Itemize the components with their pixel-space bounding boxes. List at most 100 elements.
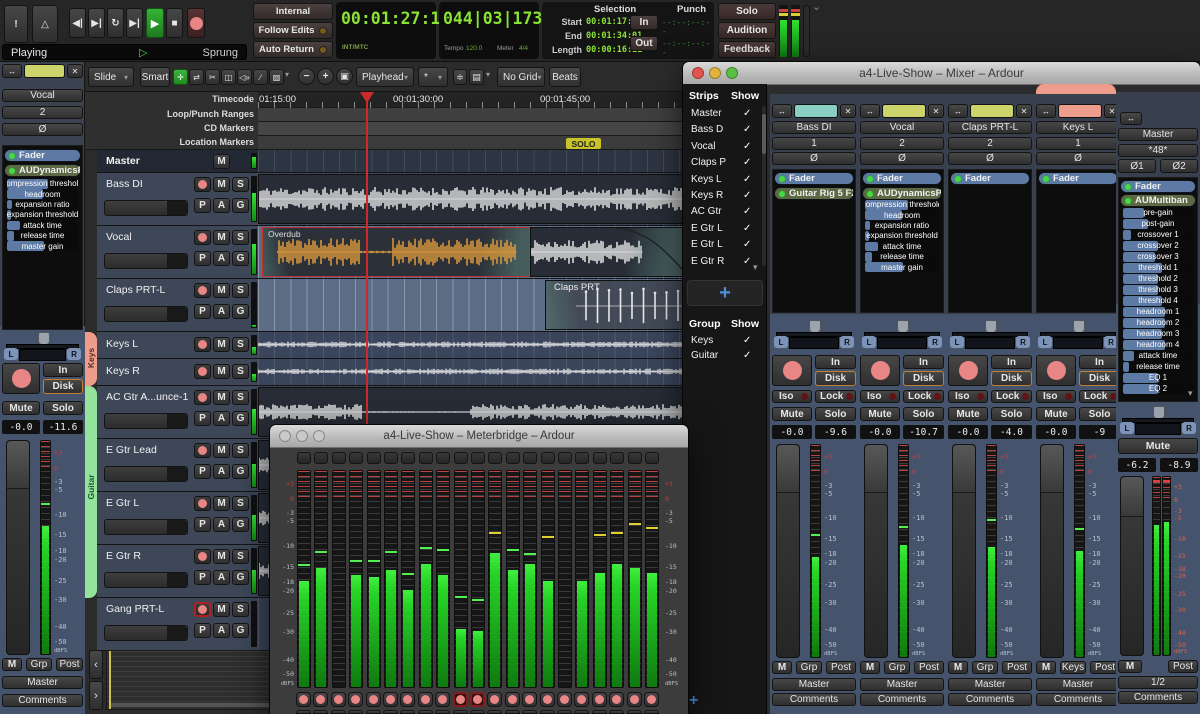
goto-end-button[interactable]: ▶| <box>88 8 105 38</box>
zoom-to-selection-button[interactable]: ≑ <box>453 69 467 85</box>
strip-group-button[interactable]: Grp <box>796 661 822 674</box>
cut-tool-button[interactable]: ✂ <box>205 69 220 85</box>
plugin-active-led[interactable] <box>1125 197 1131 204</box>
meterbridge-track-button[interactable] <box>366 452 381 464</box>
strip-rec-enable-button[interactable] <box>948 355 988 386</box>
strip-metering-point-button[interactable]: M <box>2 658 22 671</box>
pan-control[interactable]: LR <box>1038 320 1118 350</box>
meterbridge-track-button[interactable] <box>592 452 607 464</box>
strip-name-button[interactable]: Vocal <box>2 89 83 102</box>
plugin-processor[interactable]: Guitar Rig 5 FX <box>774 187 854 200</box>
strip-solo-lock-button[interactable]: Lock <box>1079 390 1120 403</box>
strip-solo-lock-button[interactable]: Lock <box>815 390 856 403</box>
fader-processor[interactable]: Fader <box>1038 172 1118 185</box>
strip-input-monitor-button[interactable]: In <box>43 363 83 377</box>
stop-button[interactable]: ■ <box>166 8 183 38</box>
plugin-control[interactable]: headroom <box>7 189 78 199</box>
track-gain-fader[interactable] <box>104 572 188 588</box>
meterbridge-rec-button[interactable] <box>417 692 433 707</box>
zoom-fit-button[interactable]: ▣ <box>336 68 353 85</box>
strip-comments-button[interactable]: Comments <box>772 693 856 706</box>
option-follow-edits-button[interactable]: Follow Edits <box>253 22 333 39</box>
strip-input-button[interactable]: 1 <box>772 137 856 150</box>
strip-color-bar[interactable] <box>1058 104 1102 118</box>
window-close-button[interactable] <box>279 430 291 442</box>
track-gain-fader[interactable] <box>104 413 188 429</box>
plugin-control[interactable]: headroom 4 <box>1123 340 1193 350</box>
meterbridge-rec-button[interactable] <box>487 692 503 707</box>
pan-control[interactable]: LR <box>1120 406 1196 436</box>
solo-location-marker[interactable]: SOLO <box>566 138 601 149</box>
strip-output-button[interactable]: Master <box>860 678 944 691</box>
strips-list-item[interactable]: AC Gtr ✓ <box>683 204 761 220</box>
track-playlist-button[interactable]: P <box>194 464 211 479</box>
track-solo-button[interactable]: S <box>232 443 249 458</box>
strip-comments-button[interactable]: Comments <box>860 693 944 706</box>
strip-peak-display[interactable]: -11.6 <box>43 420 83 434</box>
solo-button[interactable]: Solo <box>718 3 776 20</box>
punch-in-button[interactable]: In <box>630 15 658 30</box>
pan-control[interactable]: LR <box>950 320 1030 350</box>
meterbridge-rec-button[interactable] <box>539 692 555 707</box>
play-button[interactable]: ▶ <box>146 8 164 38</box>
playhead-head[interactable] <box>360 92 374 103</box>
track-header[interactable]: Bass DI M S P A G <box>97 173 258 226</box>
track-mute-button[interactable]: M <box>213 364 230 379</box>
strip-phase-button[interactable]: Ø <box>772 152 856 165</box>
strip-width-button[interactable]: ↔ <box>860 104 880 118</box>
meterbridge-mute-button[interactable] <box>522 710 538 714</box>
plugin-control[interactable]: master gain <box>7 241 78 251</box>
strip-width-button[interactable]: ↔ <box>1120 112 1142 125</box>
strip-width-button[interactable]: ↔ <box>948 104 968 118</box>
track-header[interactable]: E Gtr Lead M S P A G <box>97 439 258 492</box>
secondary-clock[interactable]: 044|03|1732 Tempo 120.0 Meter 4/4 <box>439 2 552 59</box>
meterbridge-track-button[interactable] <box>627 452 642 464</box>
track-rec-enable-button[interactable] <box>194 230 211 245</box>
track-solo-button[interactable]: S <box>232 602 249 617</box>
meterbridge-mute-button[interactable] <box>383 710 398 714</box>
pan-right-label[interactable]: R <box>1016 336 1030 348</box>
fader-processor[interactable]: Fader <box>1120 180 1196 193</box>
track-automation-button[interactable]: A <box>213 464 230 479</box>
track-rec-enable-button[interactable] <box>194 337 211 352</box>
pan-left-label[interactable]: L <box>862 336 876 348</box>
group-list-item[interactable]: Guitar ✓ <box>683 349 761 364</box>
internal-edit-tool-button[interactable]: ▨ <box>269 69 284 85</box>
track-lane[interactable] <box>258 359 690 386</box>
meterbridge-track-button[interactable] <box>610 452 625 464</box>
track-automation-button[interactable]: A <box>213 198 230 213</box>
track-playlist-button[interactable]: P <box>194 198 211 213</box>
strip-width-button[interactable]: ↔ <box>1036 104 1056 118</box>
strip-mute-button[interactable]: Mute <box>1036 407 1076 421</box>
plugin-control[interactable]: compression threshold <box>865 200 939 210</box>
track-rec-enable-button[interactable] <box>194 283 211 298</box>
midi-panic-button[interactable]: ! <box>4 5 28 43</box>
meterbridge-rec-button[interactable] <box>557 692 572 707</box>
plugin-control[interactable]: expansion ratio <box>865 220 939 231</box>
strips-list-item[interactable]: Master ✓ <box>683 106 761 122</box>
track-playlist-button[interactable]: P <box>194 517 211 532</box>
track-playlist-button[interactable]: P <box>194 570 211 585</box>
strip-fader[interactable] <box>1040 444 1064 658</box>
strip-solo-iso-button[interactable]: Iso <box>772 390 812 403</box>
strip-fader-mode-button[interactable]: Post <box>826 661 856 674</box>
track-solo-button[interactable]: S <box>232 177 249 192</box>
claps-region[interactable]: Claps PRT <box>545 280 690 330</box>
plugin-control[interactable]: crossover 3 <box>1123 252 1193 262</box>
strip-solo-button[interactable]: Solo <box>1079 407 1120 421</box>
plugin-control[interactable]: headroom 2 <box>1123 318 1193 328</box>
meterbridge-rec-button[interactable] <box>313 692 329 707</box>
strip-input-monitor-button[interactable]: In <box>903 355 944 369</box>
plugin-active-led[interactable] <box>9 167 15 174</box>
plugin-control[interactable]: headroom <box>865 210 939 220</box>
pan-left-label[interactable]: L <box>774 336 788 348</box>
meterbridge-track-button[interactable] <box>558 452 572 464</box>
track-automation-button[interactable]: A <box>213 251 230 266</box>
track-rec-enable-button[interactable] <box>194 549 211 564</box>
strip-mute-button[interactable]: Mute <box>2 401 40 415</box>
track-lane[interactable] <box>258 332 690 359</box>
track-rec-enable-button[interactable] <box>194 602 211 617</box>
strip-metering-point-button[interactable]: M <box>948 661 968 674</box>
track-gain-fader[interactable] <box>104 519 188 535</box>
ruler-cd-markers[interactable] <box>258 122 690 136</box>
